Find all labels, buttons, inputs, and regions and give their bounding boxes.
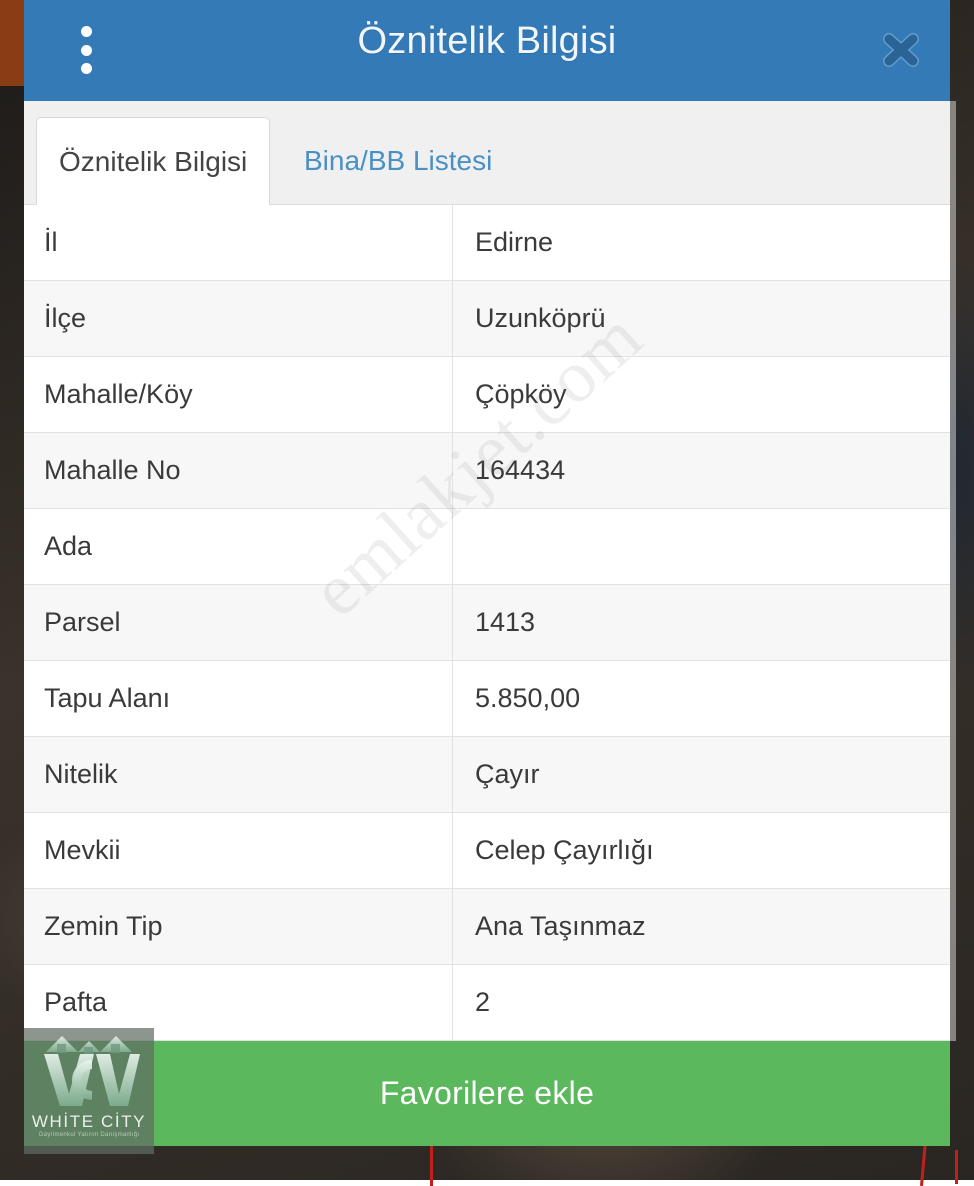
attribute-info-dialog: Öznitelik Bilgisi Öznitelik Bilgisi Bina… — [24, 0, 950, 1146]
table-row[interactable]: Zemin Tip Ana Taşınmaz — [24, 889, 950, 965]
row-value: Celep Çayırlığı — [453, 813, 950, 888]
table-row[interactable]: Mahalle No 164434 — [24, 433, 950, 509]
table-row[interactable]: Mahalle/Köy Çöpköy — [24, 357, 950, 433]
tab-label: Öznitelik Bilgisi — [59, 146, 247, 178]
dialog-title: Öznitelik Bilgisi — [24, 20, 950, 63]
table-row[interactable]: İl Edirne — [24, 205, 950, 281]
row-label: İlçe — [24, 281, 453, 356]
row-label: Mahalle/Köy — [24, 357, 453, 432]
menu-dot — [81, 63, 92, 74]
table-row[interactable]: Pafta 2 — [24, 965, 950, 1041]
row-value: Ana Taşınmaz — [453, 889, 950, 964]
row-label: Zemin Tip — [24, 889, 453, 964]
table-row[interactable]: Nitelik Çayır — [24, 737, 950, 813]
row-label: Pafta — [24, 965, 453, 1040]
row-value — [453, 509, 950, 584]
row-value: 164434 — [453, 433, 950, 508]
panel-scrollbar[interactable] — [950, 101, 956, 1041]
row-value: 5.850,00 — [453, 661, 950, 736]
add-to-favorites-label: Favorilere ekle — [380, 1075, 594, 1112]
parcel-boundary-line — [955, 1150, 958, 1184]
row-value: 2 — [453, 965, 950, 1040]
row-label: Mahalle No — [24, 433, 453, 508]
row-value: Edirne — [453, 205, 950, 280]
table-row[interactable]: Mevkii Celep Çayırlığı — [24, 813, 950, 889]
row-label: Nitelik — [24, 737, 453, 812]
row-label: Ada — [24, 509, 453, 584]
row-value: Çöpköy — [453, 357, 950, 432]
map-orange-strip — [0, 0, 24, 86]
table-row[interactable]: Ada — [24, 509, 950, 585]
row-label: Mevkii — [24, 813, 453, 888]
tab-bina-bb-listesi[interactable]: Bina/BB Listesi — [282, 117, 514, 205]
row-label: Parsel — [24, 585, 453, 660]
attribute-table: İl Edirne İlçe Uzunköprü Mahalle/Köy Çöp… — [24, 205, 950, 1041]
parcel-boundary-line — [430, 1146, 433, 1186]
dialog-header: Öznitelik Bilgisi — [24, 0, 950, 101]
add-to-favorites-button[interactable]: Favorilere ekle — [24, 1041, 950, 1146]
table-row[interactable]: İlçe Uzunköprü — [24, 281, 950, 357]
parcel-boundary-line — [920, 1140, 927, 1186]
row-label: Tapu Alanı — [24, 661, 453, 736]
row-value: Uzunköprü — [453, 281, 950, 356]
tab-bar: Öznitelik Bilgisi Bina/BB Listesi — [24, 101, 950, 205]
tab-oznitelik-bilgisi[interactable]: Öznitelik Bilgisi — [36, 117, 270, 205]
row-value: Çayır — [453, 737, 950, 812]
table-row[interactable]: Tapu Alanı 5.850,00 — [24, 661, 950, 737]
table-row[interactable]: Parsel 1413 — [24, 585, 950, 661]
tab-label: Bina/BB Listesi — [304, 145, 492, 177]
close-icon[interactable] — [878, 26, 924, 74]
row-value: 1413 — [453, 585, 950, 660]
row-label: İl — [24, 205, 453, 280]
